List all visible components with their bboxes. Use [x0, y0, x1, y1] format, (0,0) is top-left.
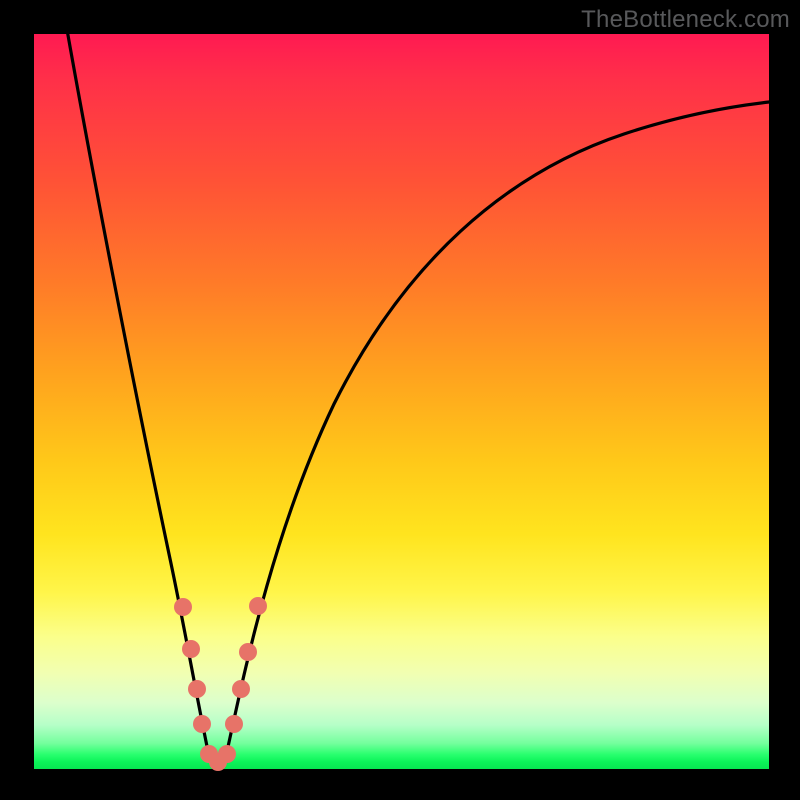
bottleneck-curve-svg [34, 34, 769, 769]
watermark-text: TheBottleneck.com [581, 6, 790, 34]
chart-frame: TheBottleneck.com [0, 0, 800, 800]
curve-right [226, 102, 769, 756]
marker-dots [174, 597, 267, 771]
plot-area [34, 34, 769, 769]
